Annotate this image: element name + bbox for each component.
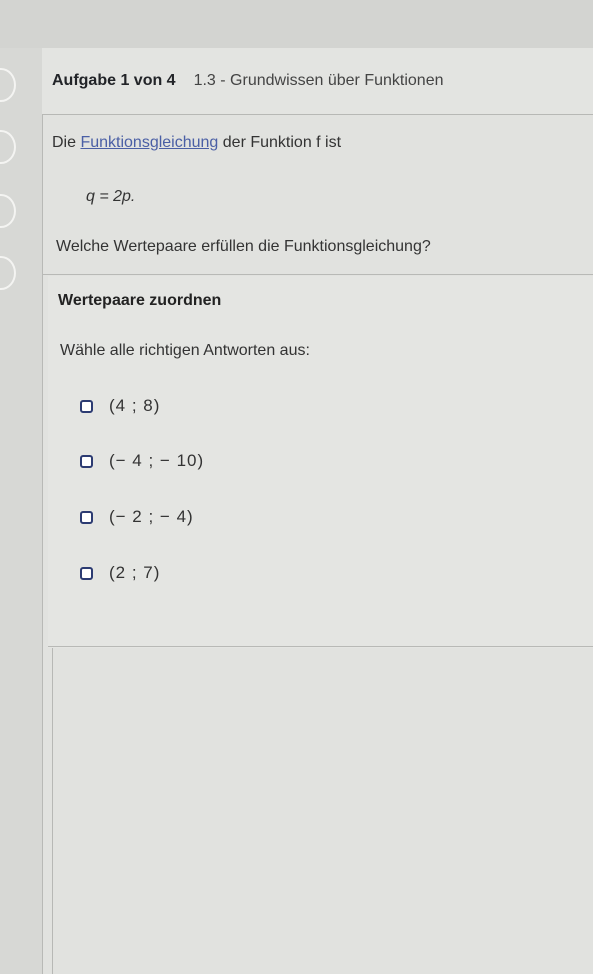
function-equation: q = 2p.	[86, 188, 136, 205]
question-text-prefix: Die	[52, 134, 81, 151]
checkbox[interactable]	[80, 399, 93, 413]
question-text-suffix: der Funktion f ist	[218, 134, 342, 151]
answer-option[interactable]: (2 ; 7)	[80, 562, 160, 584]
question-prompt: Welche Wertepaare erfüllen die Funktions…	[56, 238, 431, 255]
option-label: (− 4 ; − 10)	[109, 451, 205, 470]
question-statement: Die Funktionsgleichung der Funktion f is…	[52, 134, 341, 152]
option-label: (2 ; 7)	[109, 563, 161, 582]
step-indicator-1[interactable]	[0, 68, 16, 102]
answer-instruction: Wähle alle richtigen Antworten aus:	[60, 342, 310, 359]
checkbox[interactable]	[80, 454, 93, 468]
answer-section-title: Wertepaare zuordnen	[58, 292, 222, 309]
functionsgleichung-link[interactable]: Funktionsgleichung	[80, 134, 218, 151]
option-label: (4 ; 8)	[109, 396, 161, 415]
step-indicator-2[interactable]	[0, 130, 16, 164]
task-counter: Aufgabe 1 von 4	[52, 72, 176, 89]
task-header: Aufgabe 1 von 4 1.3 - Grundwissen über F…	[42, 48, 593, 115]
lower-panel-border	[52, 648, 53, 974]
step-indicator-3[interactable]	[0, 194, 16, 228]
answer-bottom-divider	[48, 646, 593, 647]
answer-section: Wertepaare zuordnen Wähle alle richtigen…	[48, 276, 593, 648]
step-sidebar	[0, 48, 42, 974]
option-label: (− 2 ; − 4)	[109, 507, 194, 526]
step-indicator-4[interactable]	[0, 256, 16, 290]
panel-border	[42, 48, 43, 974]
section-divider	[42, 274, 593, 275]
top-strip	[0, 0, 593, 48]
answer-option[interactable]: (− 4 ; − 10)	[80, 450, 204, 472]
checkbox[interactable]	[80, 510, 93, 524]
task-panel: Aufgabe 1 von 4 1.3 - Grundwissen über F…	[42, 48, 593, 974]
answer-option[interactable]: (4 ; 8)	[80, 395, 160, 417]
answer-option[interactable]: (− 2 ; − 4)	[80, 506, 194, 528]
checkbox[interactable]	[80, 566, 93, 580]
task-title: 1.3 - Grundwissen über Funktionen	[193, 72, 444, 89]
